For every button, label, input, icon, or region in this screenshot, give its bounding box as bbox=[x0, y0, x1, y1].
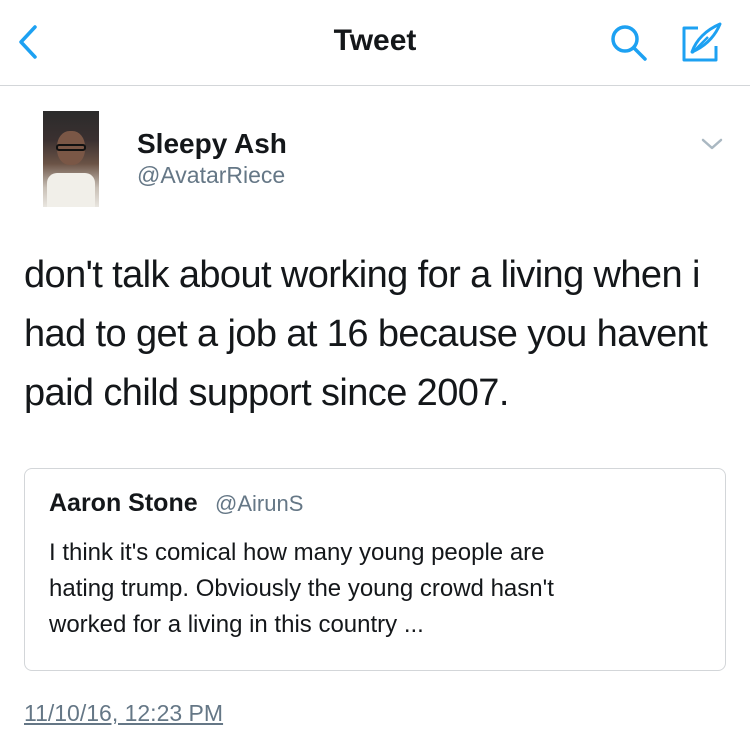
tweet-text: don't talk about working for a living wh… bbox=[24, 254, 708, 414]
chevron-down-icon bbox=[701, 138, 723, 150]
avatar-shirt bbox=[47, 173, 95, 207]
author-handle[interactable]: @AvatarRiece bbox=[137, 162, 285, 189]
search-button[interactable] bbox=[606, 20, 652, 66]
compose-button[interactable] bbox=[676, 18, 726, 68]
author-display-name[interactable]: Sleepy Ash bbox=[137, 128, 287, 160]
avatar[interactable] bbox=[43, 111, 99, 207]
compose-icon bbox=[682, 22, 722, 62]
quoted-tweet-card[interactable]: Aaron Stone @AirunS I think it's comical… bbox=[24, 468, 726, 671]
avatar-glasses bbox=[56, 144, 86, 151]
nav-bar: Tweet bbox=[0, 0, 750, 86]
quoted-author-handle: @AirunS bbox=[215, 491, 304, 516]
more-options-button[interactable] bbox=[697, 132, 727, 156]
quoted-tweet-text: I think it's comical how many young peop… bbox=[49, 539, 554, 638]
quoted-author-name: Aaron Stone bbox=[49, 489, 198, 517]
search-icon bbox=[611, 25, 647, 61]
tweet-timestamp[interactable]: 11/10/16, 12:23 PM bbox=[24, 700, 223, 727]
